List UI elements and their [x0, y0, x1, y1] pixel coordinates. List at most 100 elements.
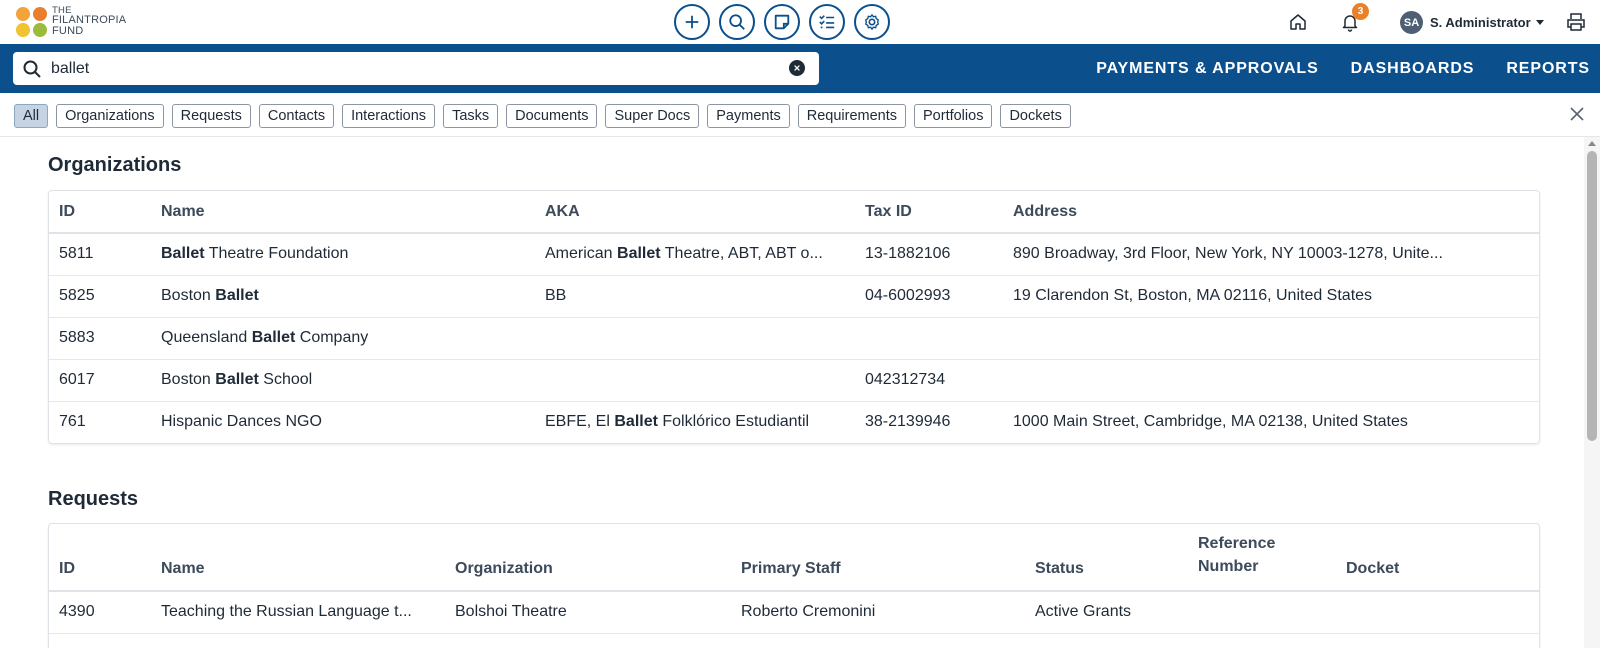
request-name[interactable]: Teaching the Russian Language t...: [151, 591, 445, 634]
table-row[interactable]: 4390 Teaching the Russian Language t... …: [49, 591, 1539, 634]
request-id: 4390: [49, 591, 151, 634]
org-name-pre: Hispanic Dances NGO: [161, 413, 322, 431]
column-header-docket[interactable]: Docket: [1336, 524, 1539, 592]
org-id: 5811: [49, 233, 151, 276]
filter-documents[interactable]: Documents: [506, 104, 598, 128]
org-aka-post: Theatre, ABT, ABT o...: [660, 245, 823, 263]
filter-portfolios[interactable]: Portfolios: [914, 104, 993, 128]
request-status: Active Grants: [1025, 591, 1188, 634]
column-header-id[interactable]: ID: [49, 524, 151, 592]
org-id: 5883: [49, 317, 151, 360]
scroll-thumb[interactable]: [1587, 151, 1597, 441]
avatar: SA: [1400, 11, 1423, 34]
table-header-row: ID Name AKA Tax ID Address: [49, 191, 1539, 234]
org-tax-id: 13-1882106: [855, 233, 1003, 276]
column-header-organization[interactable]: Organization: [445, 524, 731, 592]
org-id: 6017: [49, 359, 151, 402]
scroll-up-icon[interactable]: [1588, 141, 1596, 146]
nav-links: PAYMENTS & APPROVALS DASHBOARDS REPORTS: [1064, 44, 1590, 93]
user-menu[interactable]: SA S. Administrator: [1400, 11, 1544, 34]
column-header-name[interactable]: Name: [151, 524, 445, 592]
add-button[interactable]: [674, 4, 710, 40]
filter-all[interactable]: All: [14, 104, 49, 128]
logo-text: THE FILANTROPIA FUND: [52, 6, 126, 37]
org-name-match: Ballet: [161, 245, 205, 263]
filter-requests[interactable]: Requests: [171, 104, 251, 128]
task-list-button[interactable]: [809, 4, 845, 40]
organizations-panel: ID Name AKA Tax ID Address 5811 Ballet T…: [48, 190, 1540, 444]
org-aka: [535, 359, 855, 402]
page-scrollbar[interactable]: [1584, 137, 1600, 648]
table-row[interactable]: 5883 Queensland Ballet Company: [49, 317, 1539, 360]
org-aka-pre: BB: [545, 287, 567, 304]
search-input[interactable]: [51, 56, 771, 81]
logo-dot-1: [16, 6, 30, 21]
nav-dashboards[interactable]: DASHBOARDS: [1351, 60, 1475, 78]
column-header-tax-id[interactable]: Tax ID: [855, 191, 1003, 234]
org-name[interactable]: Queensland Ballet Company: [151, 317, 535, 360]
column-header-id[interactable]: ID: [49, 191, 151, 234]
request-status: [1025, 633, 1188, 648]
clear-search-button[interactable]: [789, 60, 805, 76]
request-docket: [1336, 591, 1539, 634]
column-header-reference-number[interactable]: Reference Number: [1188, 524, 1336, 592]
column-header-aka[interactable]: AKA: [535, 191, 855, 234]
requests-table: ID Name Organization Primary Staff Statu…: [49, 524, 1539, 648]
notification-badge: 3: [1352, 3, 1369, 20]
logo[interactable]: THE FILANTROPIA FUND: [16, 6, 126, 37]
org-name-pre: Boston: [161, 287, 216, 304]
filter-requirements[interactable]: Requirements: [797, 104, 906, 128]
column-header-primary-staff[interactable]: Primary Staff: [731, 524, 1025, 592]
filter-organizations[interactable]: Organizations: [56, 104, 164, 128]
table-row[interactable]: 5811 Ballet Theatre Foundation American …: [49, 233, 1539, 276]
request-organization[interactable]: Bolshoi Theatre: [445, 591, 731, 634]
organizations-table: ID Name AKA Tax ID Address 5811 Ballet T…: [49, 191, 1539, 443]
filter-tasks[interactable]: Tasks: [443, 104, 499, 128]
org-name[interactable]: Hispanic Dances NGO: [151, 401, 535, 443]
org-address: [1003, 359, 1539, 402]
table-row[interactable]: 6017 Boston Ballet School 042312734: [49, 359, 1539, 402]
org-aka-match: Ballet: [614, 413, 658, 431]
org-address: 890 Broadway, 3rd Floor, New York, NY 10…: [1003, 233, 1539, 276]
column-header-name[interactable]: Name: [151, 191, 535, 234]
close-icon: [794, 65, 800, 71]
filter-interactions[interactable]: Interactions: [342, 104, 436, 128]
chevron-down-icon: [1535, 20, 1544, 25]
notifications-button[interactable]: 3: [1340, 3, 1369, 32]
top-bar: THE FILANTROPIA FUND 3 SA S. Administrat…: [0, 0, 1600, 44]
request-primary-staff: Roberto Cremonini: [731, 591, 1025, 634]
note-button[interactable]: [764, 4, 800, 40]
table-row[interactable]: 5825 Boston Ballet BB 04-6002993 19 Clar…: [49, 275, 1539, 318]
table-row[interactable]: [49, 633, 1539, 648]
org-aka: BB: [535, 275, 855, 318]
nav-reports[interactable]: REPORTS: [1506, 60, 1590, 78]
filter-dockets[interactable]: Dockets: [1000, 104, 1071, 128]
request-name[interactable]: [151, 633, 445, 648]
org-name[interactable]: Ballet Theatre Foundation: [151, 233, 535, 276]
org-aka-post: Folklórico Estudiantil: [657, 413, 810, 431]
org-name-pre: Queensland: [161, 329, 252, 346]
search-icon: [23, 60, 41, 78]
home-icon[interactable]: [1288, 12, 1308, 32]
org-name[interactable]: Boston Ballet School: [151, 359, 535, 402]
org-aka: American Ballet Theatre, ABT, ABT o...: [535, 233, 855, 276]
org-tax-id: 38-2139946: [865, 413, 951, 431]
print-icon[interactable]: [1566, 12, 1586, 32]
column-header-status[interactable]: Status: [1025, 524, 1188, 592]
request-reference-number: [1188, 633, 1336, 648]
nav-payments-approvals[interactable]: PAYMENTS & APPROVALS: [1096, 60, 1318, 78]
column-header-address[interactable]: Address: [1003, 191, 1539, 234]
request-organization[interactable]: [445, 633, 731, 648]
filter-payments[interactable]: Payments: [707, 104, 790, 128]
org-name-post: Company: [295, 329, 369, 346]
org-name[interactable]: Boston Ballet: [151, 275, 535, 318]
org-id: 761: [59, 413, 86, 431]
search-button[interactable]: [719, 4, 755, 40]
settings-button[interactable]: [854, 4, 890, 40]
request-docket: [1336, 633, 1539, 648]
close-icon[interactable]: [1568, 105, 1586, 123]
filter-bar: All Organizations Requests Contacts Inte…: [0, 93, 1600, 137]
filter-contacts[interactable]: Contacts: [258, 104, 335, 128]
filter-super-docs[interactable]: Super Docs: [605, 104, 700, 128]
table-row[interactable]: 761 Hispanic Dances NGO EBFE, El Ballet …: [49, 401, 1539, 443]
